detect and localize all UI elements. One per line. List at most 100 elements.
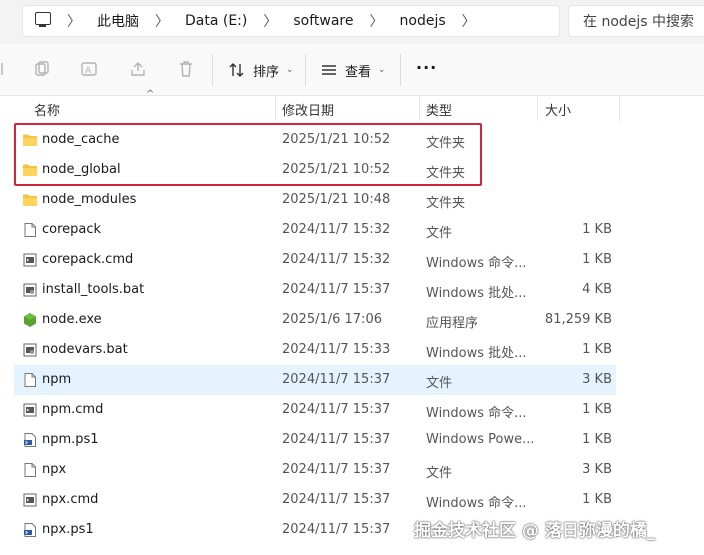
- file-type: Windows Powe...: [426, 432, 535, 447]
- file-row[interactable]: node_cache 2025/1/21 10:52 文件夹: [14, 125, 616, 155]
- column-header: ^ 名称 修改日期 类型 大小: [0, 89, 704, 121]
- folder-icon: [22, 162, 38, 178]
- file-name: npx.ps1: [42, 522, 94, 537]
- address-area: 〉 此电脑 〉 Data (E:) 〉 software 〉 nodejs 〉 …: [0, 0, 704, 44]
- file-row[interactable]: corepack.cmd 2024/11/7 15:32 Windows 命令...…: [14, 245, 616, 275]
- breadcrumb-nodejs[interactable]: nodejs: [400, 13, 446, 29]
- file-size: 1 KB: [582, 222, 612, 237]
- column-divider[interactable]: [619, 96, 620, 121]
- file-icon: [22, 222, 38, 238]
- command-bar: A 排序 ⌄ 查看 ⌄ ···: [0, 44, 704, 96]
- chevron-down-icon: ⌄: [286, 65, 294, 75]
- file-size: 3 KB: [582, 462, 612, 477]
- file-type: Windows 命令...: [426, 256, 527, 271]
- file-name: npx.cmd: [42, 492, 99, 507]
- file-size: 1 KB: [582, 402, 612, 417]
- file-row[interactable]: install_tools.bat 2024/11/7 15:37 Windows …: [14, 275, 616, 305]
- address-bar[interactable]: 〉 此电脑 〉 Data (E:) 〉 software 〉 nodejs 〉: [22, 5, 560, 37]
- column-divider[interactable]: [275, 96, 276, 121]
- file-size: 1 KB: [582, 492, 612, 507]
- file-row[interactable]: node.exe 2025/1/6 17:06 应用程序 81,259 KB: [14, 305, 616, 335]
- breadcrumb: 〉 此电脑 〉 Data (E:) 〉 software 〉 nodejs 〉: [67, 6, 492, 36]
- file-type: Windows 批处...: [426, 286, 527, 301]
- copy-icon[interactable]: [33, 60, 51, 78]
- breadcrumb-software[interactable]: software: [293, 13, 353, 29]
- file-row[interactable]: nodevars.bat 2024/11/7 15:33 Windows 批处...…: [14, 335, 616, 365]
- bat-file-icon: [22, 342, 38, 358]
- file-date: 2024/11/7 15:37: [282, 402, 391, 417]
- file-row[interactable]: npm.cmd 2024/11/7 15:37 Windows 命令... 1 KB: [14, 395, 616, 425]
- chevron-right-icon[interactable]: 〉: [67, 11, 81, 31]
- file-date: 2024/11/7 15:37: [282, 462, 391, 477]
- computer-icon: [35, 12, 51, 27]
- file-name: node_global: [42, 162, 121, 177]
- more-options-button[interactable]: ···: [416, 58, 437, 77]
- sort-ascending-icon: ^: [146, 89, 155, 100]
- file-name: node_modules: [42, 192, 137, 207]
- column-date[interactable]: 修改日期: [282, 100, 334, 119]
- column-type[interactable]: 类型: [426, 100, 452, 119]
- cut-icon[interactable]: [0, 60, 18, 78]
- file-type: 文件: [426, 226, 453, 241]
- file-list: node_cache 2025/1/21 10:52 文件夹 node_global 2…: [14, 125, 616, 545]
- sort-label: 排序: [253, 64, 280, 80]
- sort-button[interactable]: 排序 ⌄: [228, 58, 294, 82]
- file-name: npm: [42, 372, 72, 387]
- file-date: 2024/11/7 15:37: [282, 492, 391, 507]
- file-date: 2024/11/7 15:37: [282, 282, 391, 297]
- file-row[interactable]: node_modules 2025/1/21 10:48 文件夹: [14, 185, 616, 215]
- file-name: nodevars.bat: [42, 342, 128, 357]
- file-row[interactable]: npm.ps1 2024/11/7 15:37 Windows Powe... 1 K…: [14, 425, 616, 455]
- column-divider[interactable]: [537, 96, 538, 121]
- file-row[interactable]: npm 2024/11/7 15:37 文件 3 KB: [14, 365, 616, 395]
- file-type: 文件夹: [426, 136, 466, 151]
- file-row[interactable]: npx.cmd 2024/11/7 15:37 Windows 命令... 1 KB: [14, 485, 616, 515]
- delete-icon[interactable]: [177, 60, 195, 78]
- column-divider[interactable]: [419, 96, 420, 121]
- search-placeholder: 在 nodejs 中搜索: [583, 14, 695, 30]
- file-size: 4 KB: [582, 282, 612, 297]
- file-date: 2024/11/7 15:37: [282, 522, 391, 537]
- file-size: 1 KB: [582, 342, 612, 357]
- search-input[interactable]: 在 nodejs 中搜索: [568, 5, 704, 37]
- watermark: 掘金技术社区 @ 落日弥漫的橘_: [414, 521, 656, 541]
- sort-icon: [229, 63, 244, 77]
- file-row[interactable]: corepack 2024/11/7 15:32 文件 1 KB: [14, 215, 616, 245]
- file-row[interactable]: node_global 2025/1/21 10:52 文件夹: [14, 155, 616, 185]
- breadcrumb-drive-e[interactable]: Data (E:): [185, 13, 247, 29]
- share-icon[interactable]: [129, 60, 147, 78]
- view-button[interactable]: 查看 ⌄: [320, 58, 386, 82]
- file-type: 文件: [426, 466, 453, 481]
- folder-icon: [22, 192, 38, 208]
- folder-icon: [22, 132, 38, 148]
- file-row[interactable]: npx 2024/11/7 15:37 文件 3 KB: [14, 455, 616, 485]
- file-name: install_tools.bat: [42, 282, 145, 297]
- chevron-right-icon[interactable]: 〉: [155, 11, 169, 31]
- bat-file-icon: [22, 282, 38, 298]
- file-name: npm.cmd: [42, 402, 104, 417]
- toolbar-divider: [305, 54, 306, 86]
- chevron-right-icon[interactable]: 〉: [263, 11, 277, 31]
- cmd-file-icon: [22, 402, 38, 418]
- file-type: Windows 命令...: [426, 406, 527, 421]
- breadcrumb-this-pc[interactable]: 此电脑: [97, 11, 139, 31]
- file-type: Windows 批处...: [426, 346, 527, 361]
- rename-icon[interactable]: A: [80, 60, 98, 78]
- svg-text:A: A: [85, 66, 92, 76]
- file-date: 2025/1/21 10:48: [282, 192, 391, 207]
- file-type: 文件: [426, 376, 453, 391]
- file-type: Windows 命令...: [426, 496, 527, 511]
- toolbar-divider: [400, 54, 401, 86]
- file-date: 2025/1/21 10:52: [282, 162, 391, 177]
- ps1-file-icon: [22, 432, 38, 448]
- file-size: 3 KB: [582, 372, 612, 387]
- chevron-right-icon[interactable]: 〉: [370, 11, 384, 31]
- column-name[interactable]: 名称: [34, 100, 60, 119]
- file-icon: [22, 372, 38, 388]
- chevron-right-icon[interactable]: 〉: [462, 11, 476, 31]
- file-name: npm.ps1: [42, 432, 99, 447]
- column-size[interactable]: 大小: [545, 100, 571, 119]
- file-size: 81,259 KB: [544, 312, 612, 327]
- file-name: node_cache: [42, 132, 120, 147]
- file-date: 2024/11/7 15:37: [282, 372, 391, 387]
